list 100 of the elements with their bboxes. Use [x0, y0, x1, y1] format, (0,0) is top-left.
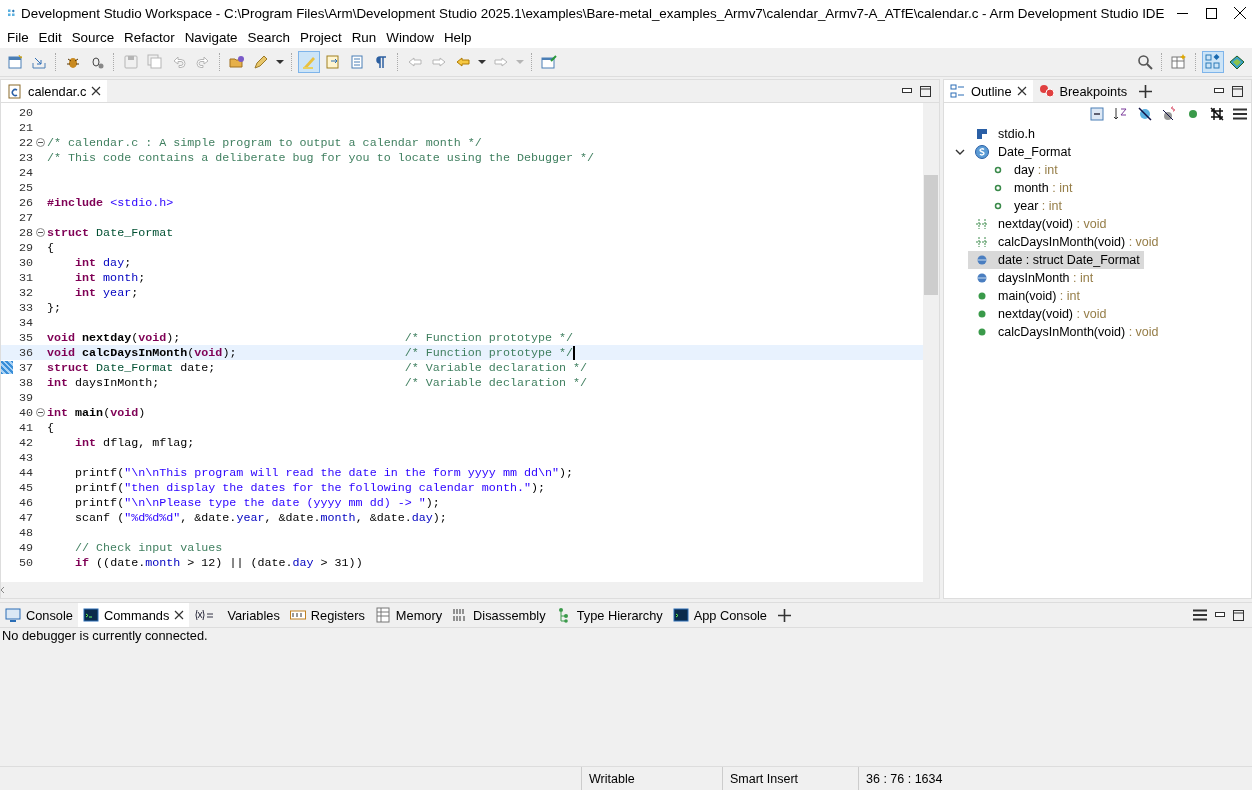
- block-select-icon: [349, 54, 365, 70]
- fold-collapse-icon[interactable]: [35, 138, 45, 147]
- line-number: 49: [17, 540, 33, 555]
- outline-item[interactable]: day : int: [984, 161, 1062, 179]
- editor-tab[interactable]: calendar.c: [1, 80, 108, 102]
- c-file-icon: [7, 83, 23, 99]
- annotation-icon: [325, 54, 341, 70]
- panel-tab[interactable]: Variables: [189, 603, 285, 627]
- struct-s-icon: [974, 144, 990, 160]
- maximize-button[interactable]: [1233, 609, 1244, 621]
- maximize-button[interactable]: [920, 85, 931, 97]
- hide-macros-icon: [1209, 106, 1225, 122]
- outline-item[interactable]: month : int: [984, 179, 1077, 197]
- outline-item[interactable]: daysInMonth : int: [968, 269, 1098, 287]
- collapse-all-icon: [1089, 106, 1105, 122]
- sort-az-icon: [1113, 106, 1129, 122]
- minimize-button[interactable]: [1215, 612, 1225, 618]
- chevron-down-icon[interactable]: [955, 148, 965, 156]
- menu-item[interactable]: Source: [66, 26, 120, 48]
- add-icon[interactable]: [777, 608, 791, 622]
- line-number: 28: [17, 225, 33, 240]
- line-number: 24: [17, 165, 33, 180]
- menu-item[interactable]: Project: [295, 26, 347, 48]
- code-line: int month;: [74, 270, 147, 285]
- header-file-icon: [974, 126, 990, 142]
- code-line: {: [47, 240, 55, 255]
- outline-item[interactable]: nextday(void) : void: [968, 215, 1111, 233]
- code-line: printf("then display the dates for the following calendar month.");: [74, 480, 545, 495]
- hide-static-icon: [1161, 106, 1177, 122]
- code-line: int day;: [74, 255, 133, 270]
- outline-item[interactable]: date : struct Date_Format: [968, 251, 1144, 269]
- line-number: 34: [17, 315, 33, 330]
- line-number: 23: [17, 150, 33, 165]
- code-line: #include <stdio.h>: [47, 195, 175, 210]
- menu-item[interactable]: Navigate: [179, 26, 243, 48]
- vertical-scrollbar[interactable]: [923, 103, 939, 598]
- code-line: };: [47, 300, 63, 315]
- line-number: 42: [17, 435, 33, 450]
- view-menu-button[interactable]: [1193, 609, 1207, 621]
- view-menu-button[interactable]: [1233, 108, 1247, 120]
- line-number: 36: [17, 345, 33, 360]
- line-number: 25: [17, 180, 33, 195]
- fold-collapse-icon[interactable]: [35, 408, 45, 417]
- code-line: {: [47, 420, 55, 435]
- menu-item[interactable]: Run: [346, 26, 382, 48]
- back-arrow-icon: [407, 54, 423, 70]
- menu-item[interactable]: Window: [381, 26, 439, 48]
- save-icon: [123, 54, 139, 70]
- code-line: void nextday(void); /* Function prototype */: [47, 330, 573, 345]
- grid-diamond-icon: [1205, 54, 1221, 70]
- line-number: 31: [17, 270, 33, 285]
- panel-tab[interactable]: Memory: [369, 603, 448, 627]
- menu-item[interactable]: Refactor: [119, 26, 180, 48]
- forward-arrow-icon: [431, 54, 447, 70]
- line-number: 21: [17, 120, 33, 135]
- bug-gear-icon: [89, 54, 105, 70]
- menu-item[interactable]: Edit: [33, 26, 67, 48]
- fold-collapse-icon[interactable]: [35, 228, 45, 237]
- panel-tab[interactable]: Commands: [77, 603, 190, 627]
- forward-arrow-icon: [493, 54, 509, 70]
- panel-tab[interactable]: Console: [0, 603, 78, 627]
- line-number: 33: [17, 300, 33, 315]
- menu-item[interactable]: Help: [438, 26, 477, 48]
- line-number: 37: [17, 360, 33, 375]
- close-icon[interactable]: [174, 610, 185, 620]
- minimize-button[interactable]: [902, 88, 912, 94]
- panel-tab[interactable]: App Console: [667, 603, 772, 627]
- line-number: 48: [17, 525, 33, 540]
- outline-item[interactable]: year : int: [984, 197, 1066, 215]
- code-line: void calcDaysInMonth(void); /* Function prototype */: [47, 345, 575, 360]
- minimize-button[interactable]: [1214, 88, 1224, 94]
- code-line: struct Date_Format date; /* Variable declaration */: [47, 360, 588, 375]
- new-window-icon: [7, 54, 23, 70]
- code-line: int daysInMonth; /* Variable declaration */: [47, 375, 588, 390]
- add-icon[interactable]: [1139, 84, 1153, 98]
- code-line: scanf ("%d%d%d", &date.year, &date.month, &date.day);: [74, 510, 447, 525]
- terminal-icon: [672, 607, 689, 623]
- outline-item[interactable]: calcDaysInMonth(void) : void: [968, 233, 1163, 251]
- menu-item[interactable]: File: [2, 26, 34, 48]
- window-pin-icon: [541, 54, 557, 70]
- code-line: // Check input values: [74, 540, 224, 555]
- panel-tab[interactable]: Disassembly: [447, 603, 551, 627]
- panel-tab[interactable]: Registers: [284, 603, 370, 627]
- outline-item[interactable]: Date_Format: [968, 143, 1075, 161]
- panel-tab[interactable]: Breakpoints: [1032, 80, 1134, 102]
- close-icon: [1234, 7, 1247, 19]
- maximize-button[interactable]: [1232, 85, 1243, 97]
- status-field: Writable: [581, 767, 722, 790]
- panel-tab[interactable]: Outline: [944, 80, 1033, 102]
- close-icon[interactable]: [1016, 86, 1027, 96]
- outline-item[interactable]: main(void) : int: [968, 287, 1084, 305]
- menu-item[interactable]: Search: [242, 26, 295, 48]
- close-icon[interactable]: [91, 86, 102, 96]
- outline-item[interactable]: calcDaysInMonth(void) : void: [968, 323, 1163, 341]
- line-number: 44: [17, 465, 33, 480]
- search-icon: [1137, 54, 1153, 70]
- outline-item[interactable]: stdio.h: [968, 125, 1039, 143]
- window-title: Development Studio Workspace - C:\Program Files\Arm\Development Studio 2025.1\examples\Bare-metal_examples_Armv7\calendar_Armv7-A_ATfE\calendar.c - Arm Development Studio IDE: [21, 5, 1165, 21]
- outline-item[interactable]: nextday(void) : void: [968, 305, 1111, 323]
- panel-tab[interactable]: Type Hierarchy: [550, 603, 668, 627]
